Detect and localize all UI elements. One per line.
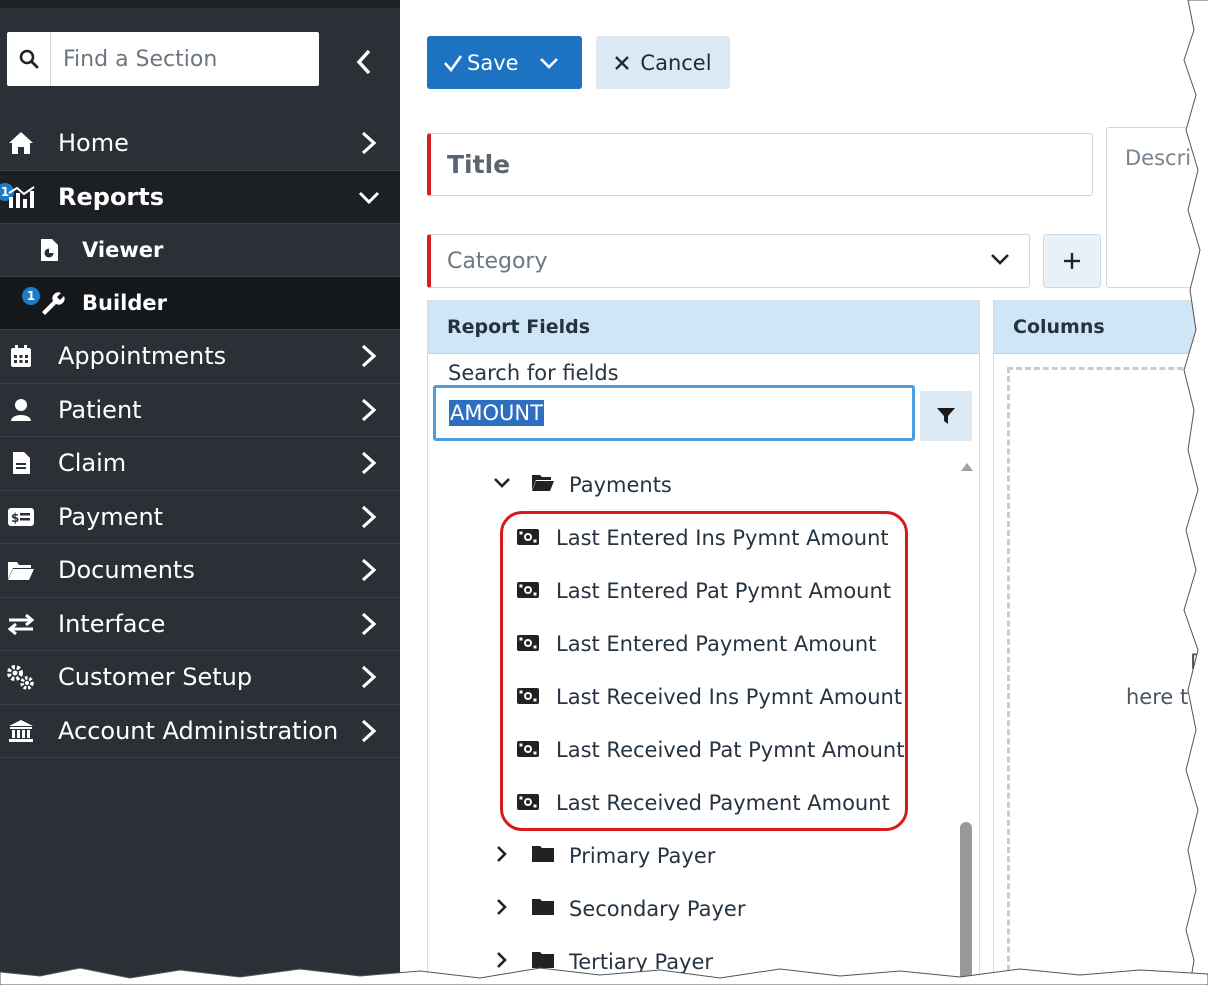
sidebar-item-appointments[interactable]: Appointments (0, 330, 400, 384)
chevron-down-icon[interactable] (492, 473, 512, 493)
chevron-right-icon (361, 559, 377, 582)
sidebar-item-label: Claim (58, 449, 127, 478)
title-input[interactable]: Title (427, 133, 1093, 196)
chevron-right-icon[interactable] (492, 897, 512, 917)
check-icon (444, 54, 463, 72)
fields-scrollbar[interactable] (958, 458, 978, 985)
chevron-right-icon (361, 666, 377, 689)
sidebar-top-strip (0, 0, 400, 8)
report-fields-header: Report Fields (428, 301, 979, 354)
tree-folder-payments[interactable]: Payments (428, 458, 958, 511)
search-fields-input[interactable]: AMOUNT (433, 385, 915, 441)
chevron-right-icon[interactable] (492, 844, 512, 864)
chevron-left-icon (356, 49, 371, 75)
sidebar-item-payment[interactable]: $ Payment (0, 491, 400, 544)
wrench-icon (38, 288, 68, 318)
chevron-right-icon (361, 132, 377, 155)
home-icon (6, 128, 36, 158)
tree-folder-label: Payments (569, 472, 672, 497)
sidebar-item-label: Interface (58, 609, 166, 638)
sidebar-item-label: Viewer (82, 238, 164, 262)
folder-open-icon (532, 475, 554, 491)
chevron-right-icon (361, 612, 377, 635)
category-select[interactable]: Category (427, 234, 1030, 288)
tree-folder-secondary-payer[interactable]: Secondary Payer (428, 882, 958, 935)
plus-icon (1064, 253, 1080, 269)
svg-text:$: $ (11, 511, 19, 525)
sidebar-item-interface[interactable]: Interface (0, 598, 400, 651)
save-button[interactable]: Save (427, 36, 582, 89)
search-fields-label: Search for fields (448, 361, 619, 385)
sidebar-item-label: Customer Setup (58, 663, 253, 692)
find-section-input[interactable]: Find a Section (7, 32, 319, 86)
money-icon: $ (6, 502, 36, 532)
tree-folder-label: Secondary Payer (569, 896, 746, 921)
sidebar: Find a Section Home 1 Reports Viewer 1 B… (0, 0, 400, 985)
reports-icon (6, 182, 36, 212)
sidebar-item-label: Documents (58, 556, 195, 585)
sidebar-item-patient[interactable]: Patient (0, 384, 400, 437)
torn-edge-bottom (0, 967, 1208, 985)
chevron-right-icon (361, 452, 377, 475)
chevron-down-icon (358, 191, 380, 204)
sidebar-item-label: Payment (58, 502, 164, 531)
sidebar-nav: Home 1 Reports Viewer 1 Builder Appointm… (0, 117, 400, 758)
chevron-right-icon (361, 398, 377, 421)
file-chart-icon (34, 235, 64, 265)
sidebar-item-label: Home (58, 129, 129, 158)
tree-folder-label: Primary Payer (569, 843, 716, 868)
chevron-right-icon (361, 505, 377, 528)
calendar-icon (6, 341, 36, 371)
sidebar-item-claim[interactable]: Claim (0, 437, 400, 491)
cancel-label: Cancel (640, 50, 712, 75)
gears-icon (6, 662, 36, 692)
sidebar-item-viewer[interactable]: Viewer (0, 224, 400, 277)
search-fields-value: AMOUNT (449, 400, 544, 426)
cancel-button[interactable]: Cancel (596, 36, 730, 89)
sidebar-item-builder[interactable]: 1 Builder (0, 277, 400, 330)
highlight-annotation (500, 511, 908, 831)
title-placeholder: Title (447, 150, 511, 179)
sidebar-item-label: Appointments (58, 342, 227, 371)
chevron-down-icon[interactable] (539, 56, 559, 70)
bank-icon (6, 716, 36, 746)
document-icon (6, 448, 36, 478)
save-label: Save (467, 50, 519, 75)
sidebar-item-customer-setup[interactable]: Customer Setup (0, 651, 400, 705)
sidebar-item-label: Reports (58, 182, 165, 211)
scroll-up-arrow[interactable] (961, 463, 973, 471)
filter-icon (937, 408, 955, 424)
torn-edge-right (1183, 0, 1208, 985)
report-builder-main: Save Cancel Title Descri Category Report… (400, 0, 1208, 985)
folder-icon (532, 846, 554, 862)
filter-button[interactable] (920, 391, 972, 441)
sidebar-item-documents[interactable]: Documents (0, 544, 400, 598)
chevron-down-icon (991, 254, 1009, 265)
folder-open-icon (6, 555, 36, 585)
sidebar-item-label: Account Administration (58, 716, 339, 745)
sidebar-item-home[interactable]: Home (0, 117, 400, 171)
tree-folder-primary-payer[interactable]: Primary Payer (428, 829, 958, 882)
report-fields-panel: Report Fields Search for fields AMOUNT P… (427, 300, 980, 985)
close-icon (615, 55, 630, 70)
folder-icon (532, 899, 554, 915)
chevron-right-icon (361, 345, 377, 368)
collapse-sidebar-button[interactable] (344, 42, 384, 82)
sidebar-item-label: Patient (58, 395, 142, 424)
sidebar-item-account-administration[interactable]: Account Administration (0, 705, 400, 758)
sidebar-item-reports[interactable]: 1 Reports (0, 170, 400, 224)
search-icon (7, 32, 51, 86)
sidebar-item-label: Builder (82, 291, 167, 315)
exchange-icon (6, 609, 36, 639)
category-placeholder: Category (447, 248, 548, 274)
user-icon (6, 395, 36, 425)
chevron-right-icon (361, 719, 377, 742)
add-category-button[interactable] (1043, 234, 1101, 288)
find-section-placeholder: Find a Section (63, 46, 218, 72)
